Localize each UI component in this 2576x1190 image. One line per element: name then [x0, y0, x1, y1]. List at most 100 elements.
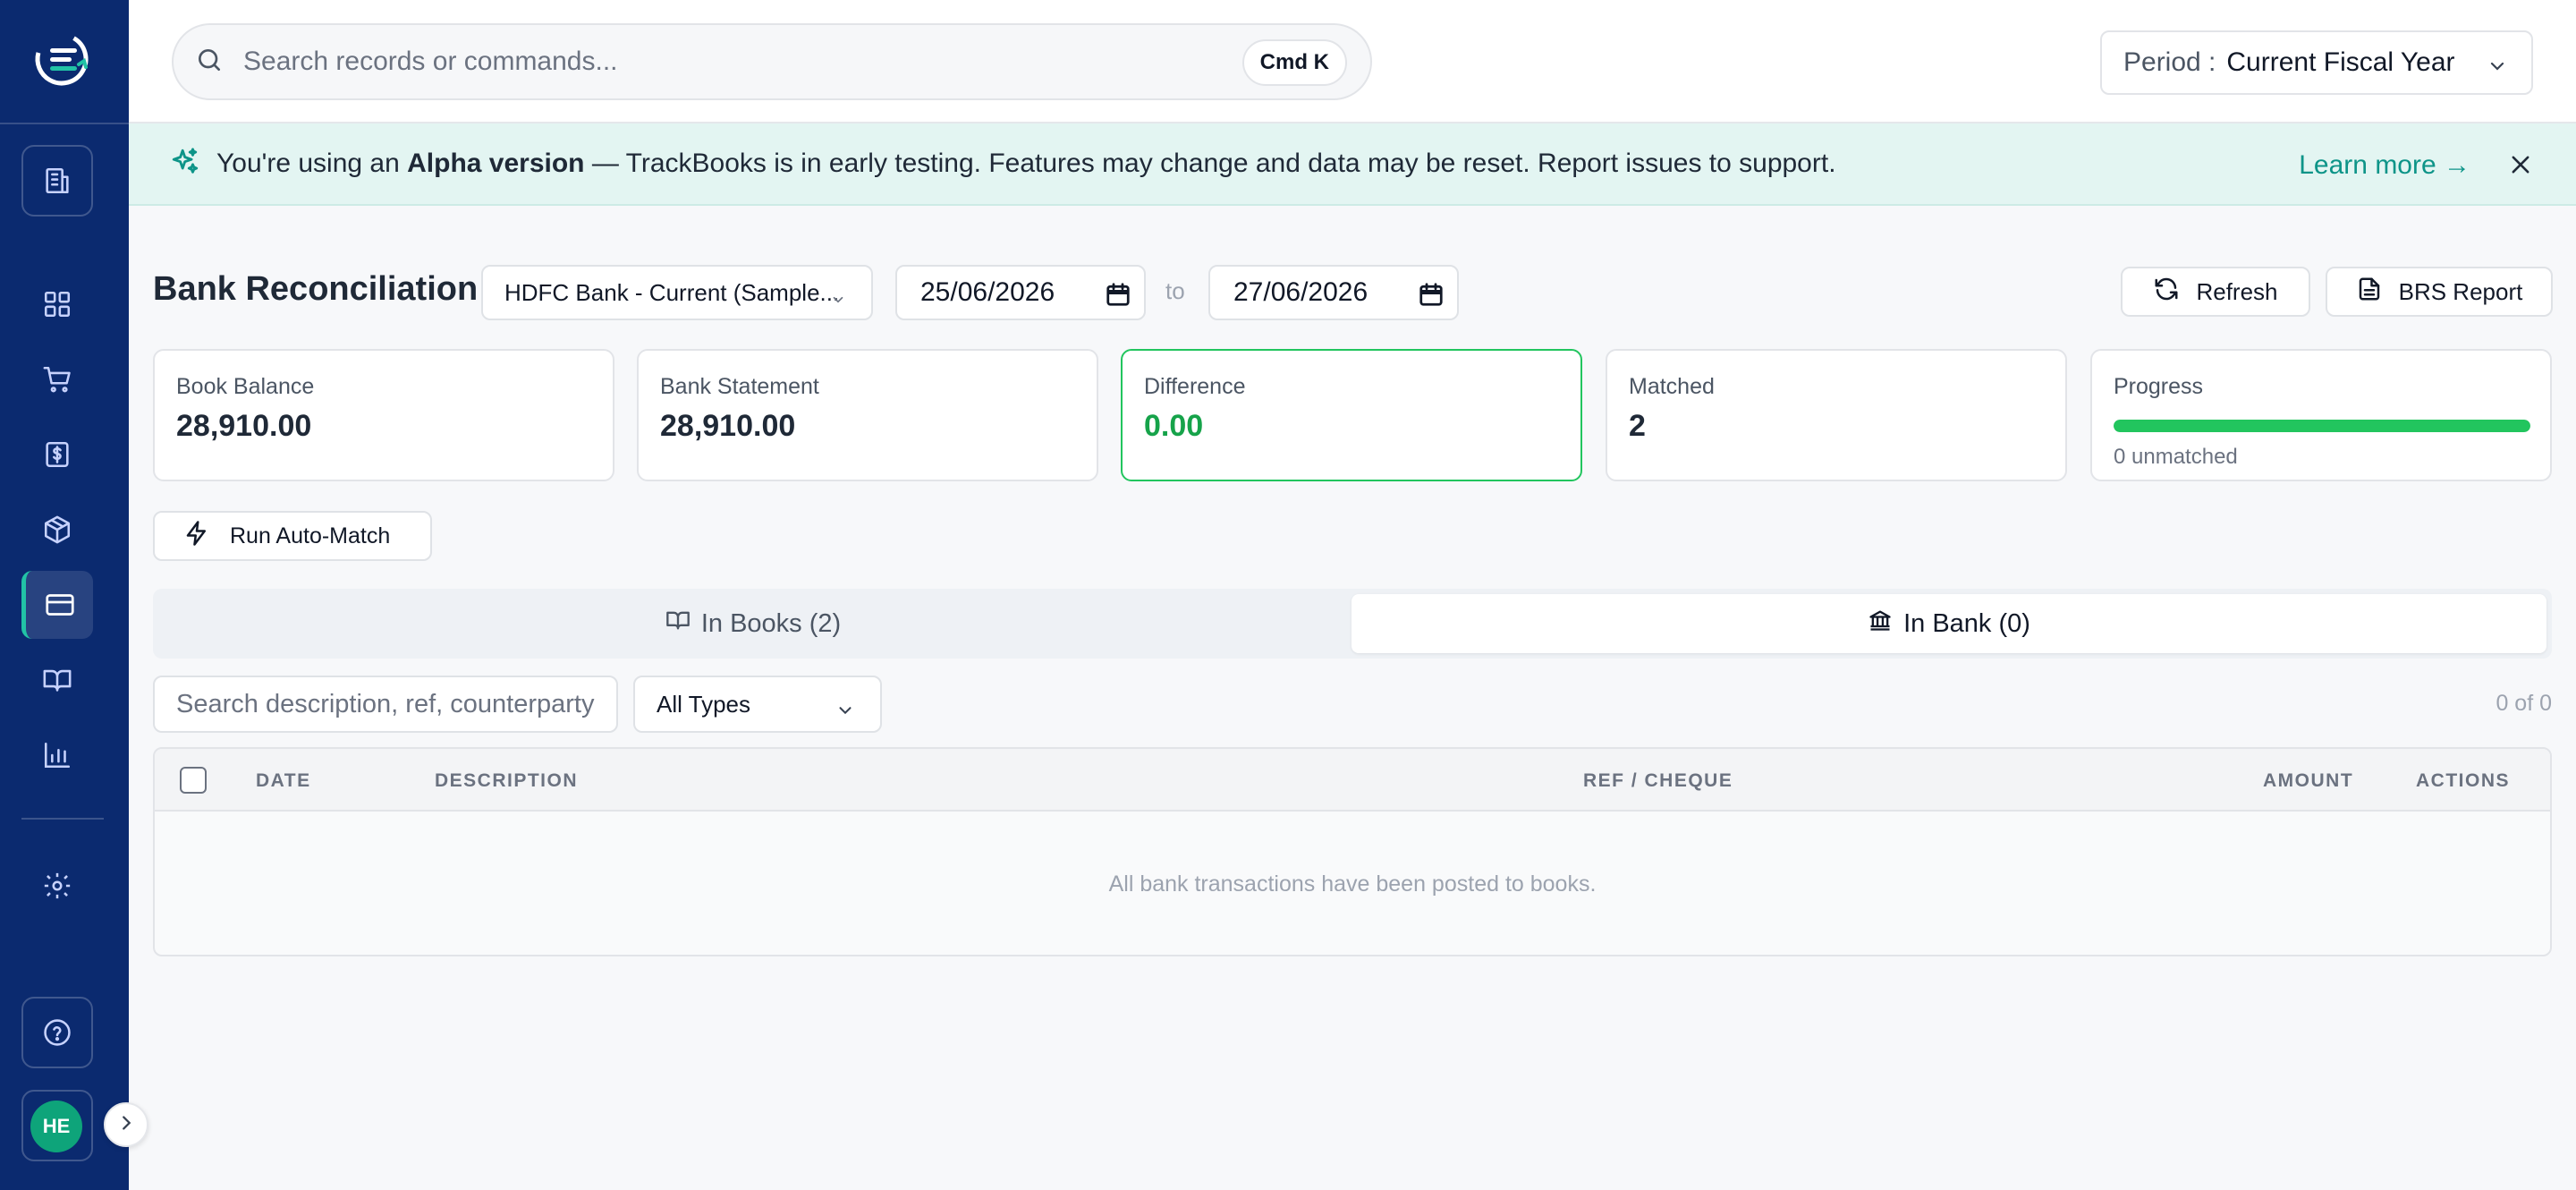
progress-bar-fill [2114, 420, 2530, 432]
chevron-down-icon [2487, 54, 2508, 84]
empty-state-message: All bank transactions have been posted t… [1108, 871, 1597, 897]
table-header: DATE DESCRIPTION REF / CHEQUE AMOUNT ACT… [155, 749, 2550, 812]
column-header-description[interactable]: DESCRIPTION [435, 770, 578, 792]
calendar-icon[interactable] [1418, 281, 1445, 315]
stat-value: 0.00 [1144, 409, 1204, 443]
date-to-value: 27/06/2026 [1233, 277, 1368, 307]
sidebar-divider [21, 818, 104, 820]
bank-account-value: HDFC Bank - Current (Sample... [504, 278, 840, 306]
result-count: 0 of 0 [2496, 691, 2552, 716]
search-placeholder: Search description, ref, counterparty [176, 689, 595, 718]
stat-label: Progress [2114, 374, 2204, 399]
refresh-icon [2153, 276, 2180, 309]
sidebar-item-settings[interactable] [21, 852, 93, 920]
tab-label: In Books (2) [700, 608, 842, 638]
help-button[interactable] [21, 997, 93, 1068]
expand-sidebar-button[interactable] [104, 1102, 148, 1147]
stat-value: 2 [1629, 409, 1646, 443]
page-title: Bank Reconciliation [153, 270, 479, 308]
sidebar-item-dashboard[interactable] [21, 270, 93, 338]
help-circle-icon [42, 1017, 72, 1048]
document-icon [2356, 276, 2383, 309]
stat-value: 28,910.00 [176, 409, 312, 443]
type-filter-value: All Types [657, 690, 751, 718]
calendar-icon[interactable] [1105, 281, 1131, 315]
search-placeholder: Search records or commands... [243, 47, 618, 76]
global-search-input[interactable]: Search records or commands... Cmd K [172, 23, 1372, 100]
transaction-search-input[interactable]: Search description, ref, counterparty [153, 676, 618, 733]
date-to-input[interactable]: 27/06/2026 [1208, 265, 1459, 320]
stat-label: Bank Statement [660, 374, 819, 399]
lightning-icon [183, 520, 210, 553]
type-filter-select[interactable]: All Types [633, 676, 882, 733]
bank-statement-card: Bank Statement 28,910.00 [637, 349, 1098, 481]
sidebar-item-accounting[interactable] [21, 646, 93, 714]
chevron-down-icon [830, 286, 846, 314]
sidebar-item-invoices[interactable] [21, 421, 93, 489]
stat-value: 28,910.00 [660, 409, 796, 443]
date-range-separator: to [1165, 277, 1185, 304]
reconciliation-tabs: In Books (2) In Bank (0) [153, 589, 2552, 659]
sidebar-item-inventory[interactable] [21, 496, 93, 564]
bar-chart-icon [42, 740, 72, 770]
sidebar-item-sales[interactable] [21, 345, 93, 413]
sparkles-icon [170, 147, 200, 182]
progress-bar [2114, 420, 2530, 432]
column-header-date[interactable]: DATE [256, 770, 311, 792]
banner-message: You're using an Alpha version — TrackBoo… [216, 149, 1836, 178]
book-open-icon [42, 665, 72, 695]
sidebar-divider [0, 123, 129, 124]
matched-card: Matched 2 [1606, 349, 2067, 481]
search-icon [195, 46, 224, 79]
book-balance-card: Book Balance 28,910.00 [153, 349, 614, 481]
auto-match-label: Run Auto-Match [230, 523, 391, 548]
avatar[interactable]: HE [30, 1101, 82, 1152]
stat-label: Difference [1144, 374, 1246, 399]
chevron-down-icon [835, 699, 855, 727]
dashboard-icon [42, 289, 72, 319]
column-header-ref-cheque[interactable]: REF / CHEQUE [1583, 770, 1733, 792]
select-all-checkbox[interactable] [180, 767, 207, 794]
progress-card: Progress 0 unmatched [2090, 349, 2552, 481]
sidebar-item-banking[interactable] [21, 571, 93, 639]
column-header-actions: ACTIONS [2416, 770, 2510, 791]
package-icon [42, 514, 72, 545]
unmatched-count: 0 unmatched [2114, 445, 2238, 469]
period-value: Current Fiscal Year [2226, 47, 2455, 77]
chevron-right-icon [116, 1113, 136, 1137]
learn-more-link[interactable]: Learn more → [2299, 150, 2470, 181]
refresh-button[interactable]: Refresh [2121, 267, 2310, 317]
brs-report-button[interactable]: BRS Report [2326, 267, 2553, 317]
difference-card: Difference 0.00 [1121, 349, 1582, 481]
sidebar: HE [0, 0, 129, 1190]
banner-highlight: Alpha version [407, 149, 585, 178]
refresh-label: Refresh [2196, 277, 2278, 305]
stat-label: Book Balance [176, 374, 315, 399]
column-header-amount[interactable]: AMOUNT [2263, 770, 2353, 792]
credit-card-icon [44, 589, 76, 621]
bank-transactions-table: DATE DESCRIPTION REF / CHEQUE AMOUNT ACT… [153, 747, 2552, 956]
company-switcher-button[interactable] [21, 145, 93, 217]
cart-icon [42, 364, 72, 395]
app-logo-icon[interactable] [32, 29, 91, 89]
book-open-icon [665, 608, 691, 640]
close-icon[interactable] [2508, 152, 2533, 182]
bank-account-select[interactable]: HDFC Bank - Current (Sample... [481, 265, 873, 320]
alpha-banner: You're using an Alpha version — TrackBoo… [129, 123, 2576, 206]
brs-report-label: BRS Report [2398, 277, 2523, 305]
run-auto-match-button[interactable]: Run Auto-Match [153, 511, 432, 561]
sidebar-item-reports[interactable] [21, 721, 93, 789]
stat-label: Matched [1629, 374, 1715, 399]
invoice-dollar-icon [42, 439, 72, 470]
tab-in-bank[interactable]: In Bank (0) [1352, 594, 2546, 653]
period-label: Period : [2123, 47, 2216, 77]
date-from-value: 25/06/2026 [920, 277, 1055, 307]
gear-icon [42, 871, 72, 901]
tab-in-books[interactable]: In Books (2) [158, 594, 1348, 653]
tab-label: In Bank (0) [1903, 608, 2030, 638]
date-from-input[interactable]: 25/06/2026 [895, 265, 1146, 320]
shortcut-badge: Cmd K [1241, 39, 1347, 86]
period-select[interactable]: Period : Current Fiscal Year [2100, 30, 2533, 95]
topbar: Search records or commands... Cmd K Peri… [129, 0, 2576, 123]
bank-icon [1868, 608, 1893, 640]
